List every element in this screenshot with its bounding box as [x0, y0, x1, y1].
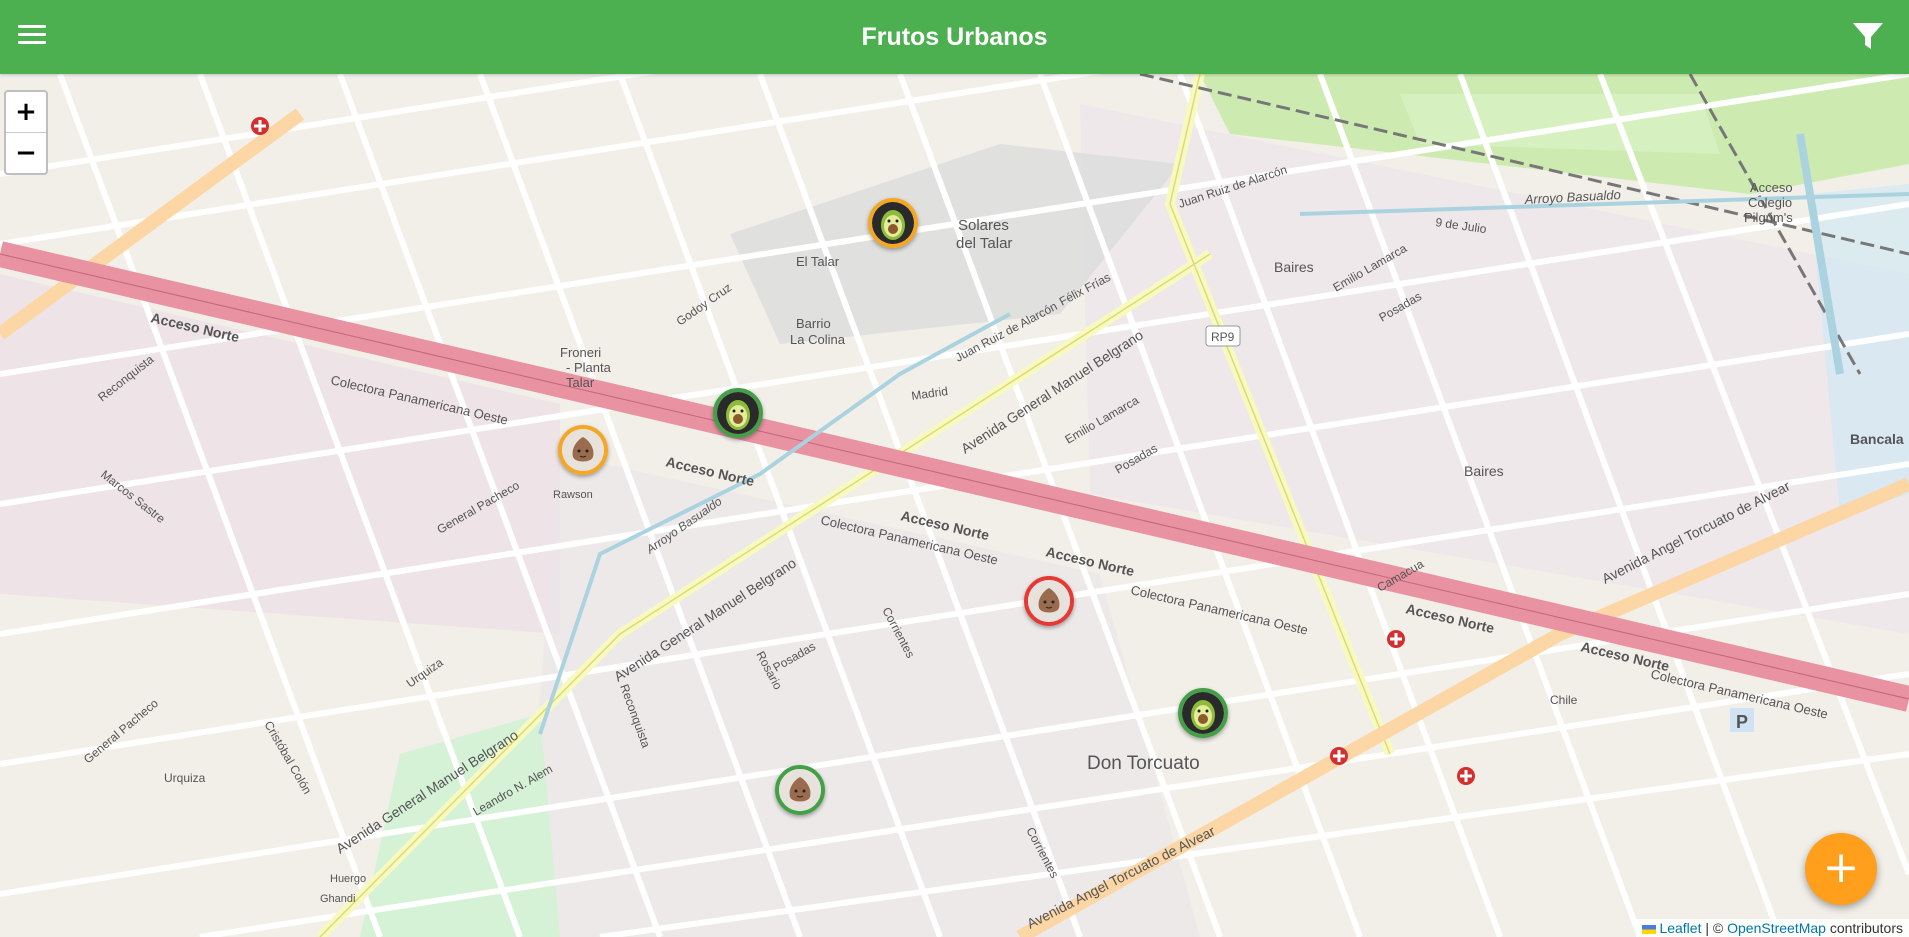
label-juan-ruiz-de-alarcon: Juan Ruiz de Alarcón [1177, 162, 1289, 210]
label-acceso-norte: Acceso Norte [664, 453, 756, 489]
avocado-marker[interactable] [868, 198, 918, 248]
label-corrientes: Corrientes [879, 605, 917, 660]
avocado-marker[interactable] [713, 388, 763, 438]
avocado-icon [1182, 692, 1224, 734]
label-don-torcuato: Don Torcuato [1087, 753, 1200, 774]
label-el-talar: El Talar [796, 254, 840, 269]
label-marcos-sastre: Marcos Sastre [98, 467, 168, 526]
label-froneri: Talar [566, 375, 595, 390]
attribution-separator: | © [1701, 920, 1728, 936]
label-huergo: Huergo [330, 873, 366, 885]
label-godoy-cruz: Godoy Cruz [674, 280, 734, 328]
label-corrientes: Corrientes [1023, 825, 1061, 880]
label-arroyo-basualdo: Arroyo Basualdo [1523, 187, 1621, 207]
label-reconquista: Reconquista [617, 682, 653, 750]
map-labels: Acceso Norte Acceso Norte Acceso Norte A… [81, 162, 1904, 931]
label-reconquista: Reconquista [95, 352, 156, 404]
zoom-out-button[interactable]: − [6, 132, 46, 173]
label-froneri: Froneri [560, 345, 601, 360]
label-posadas: Posadas [1113, 441, 1160, 476]
label-rawson: Rawson [553, 489, 593, 501]
label-arroyo-basualdo: Arroyo Basualdo [643, 494, 725, 557]
label-general-pacheco: General Pacheco [435, 478, 523, 537]
label-rp9: RP9 [1211, 330, 1235, 344]
fig-icon [1028, 580, 1070, 622]
label-juan-ruiz-de-alarcon: Juan Ruiz de Alarcón [953, 299, 1060, 365]
zoom-in-button[interactable]: + [6, 92, 46, 132]
app-bar: Frutos Urbanos [0, 0, 1909, 74]
label-baires: Baires [1464, 463, 1504, 479]
label-belgrano: Avenida General Manuel Belgrano [333, 727, 521, 857]
fig-marker[interactable] [775, 765, 825, 815]
label-general-pacheco: General Pacheco [81, 696, 161, 767]
label-colectora: Colectora Panamericana Oeste [329, 372, 509, 427]
label-barrio: Barrio [796, 316, 831, 331]
label-acceso-norte: Acceso Norte [1404, 600, 1496, 636]
label-baires: Baires [1274, 259, 1314, 275]
label-madrid: Madrid [910, 384, 948, 403]
label-bancala: Bancala [1850, 431, 1904, 447]
avocado-icon [717, 392, 759, 434]
label-acceso-norte: Acceso Norte [149, 309, 241, 345]
avocado-marker[interactable] [1178, 688, 1228, 738]
filter-funnel-icon[interactable] [1851, 20, 1885, 52]
label-felix-frias: Félix Frías [1057, 270, 1113, 309]
label-cristobal-colon: Cristóbal Colón [261, 719, 314, 797]
label-acceso-colegio: Colegio [1748, 195, 1792, 210]
fig-icon [779, 769, 821, 811]
label-ghandi: Ghandi [320, 893, 355, 905]
app-title: Frutos Urbanos [861, 23, 1048, 51]
ukraine-flag-icon [1642, 924, 1657, 934]
label-urquiza: Urquiza [164, 771, 206, 785]
add-fruit-button[interactable]: + [1805, 833, 1877, 905]
map-view[interactable]: Acceso Norte Acceso Norte Acceso Norte A… [0, 74, 1909, 937]
label-emilio-lamarca: Emilio Lamarca [1331, 241, 1410, 295]
label-camacua: Camacua [1375, 557, 1427, 595]
label-alvear: Avenida Angel Torcuato de Alvear [1599, 477, 1793, 586]
label-chile: Chile [1550, 693, 1578, 707]
fig-marker[interactable] [558, 425, 608, 475]
fig-marker[interactable] [1024, 576, 1074, 626]
leaflet-link[interactable]: Leaflet [1659, 920, 1701, 936]
label-parking: P [1736, 712, 1748, 732]
zoom-control: + − [4, 90, 48, 175]
attribution-suffix: contributors [1825, 920, 1903, 936]
label-leandro-alem: Leandro N. Alem [471, 762, 555, 819]
label-del-talar: del Talar [956, 235, 1012, 252]
label-emilio-lamarca: Emilio Lamarca [1063, 393, 1142, 447]
label-solares: Solares [958, 217, 1009, 234]
label-la-colina: La Colina [790, 332, 846, 347]
label-9-de-julio: 9 de Julio [1435, 215, 1488, 236]
osm-link[interactable]: OpenStreetMap [1727, 920, 1826, 936]
label-urquiza: Urquiza [404, 655, 446, 690]
label-acceso-norte: Acceso Norte [1044, 543, 1136, 579]
label-froneri: - Planta [566, 360, 612, 375]
label-acceso-colegio: Pilgrim's [1744, 210, 1793, 225]
avocado-icon [872, 202, 914, 244]
map-attribution: Leaflet | © OpenStreetMap contributors [1636, 919, 1909, 937]
label-colectora: Colectora Panamericana Oeste [1129, 582, 1309, 637]
label-acceso-colegio: Acceso [1750, 180, 1793, 195]
fig-icon [562, 429, 604, 471]
label-posadas: Posadas [1377, 289, 1424, 324]
